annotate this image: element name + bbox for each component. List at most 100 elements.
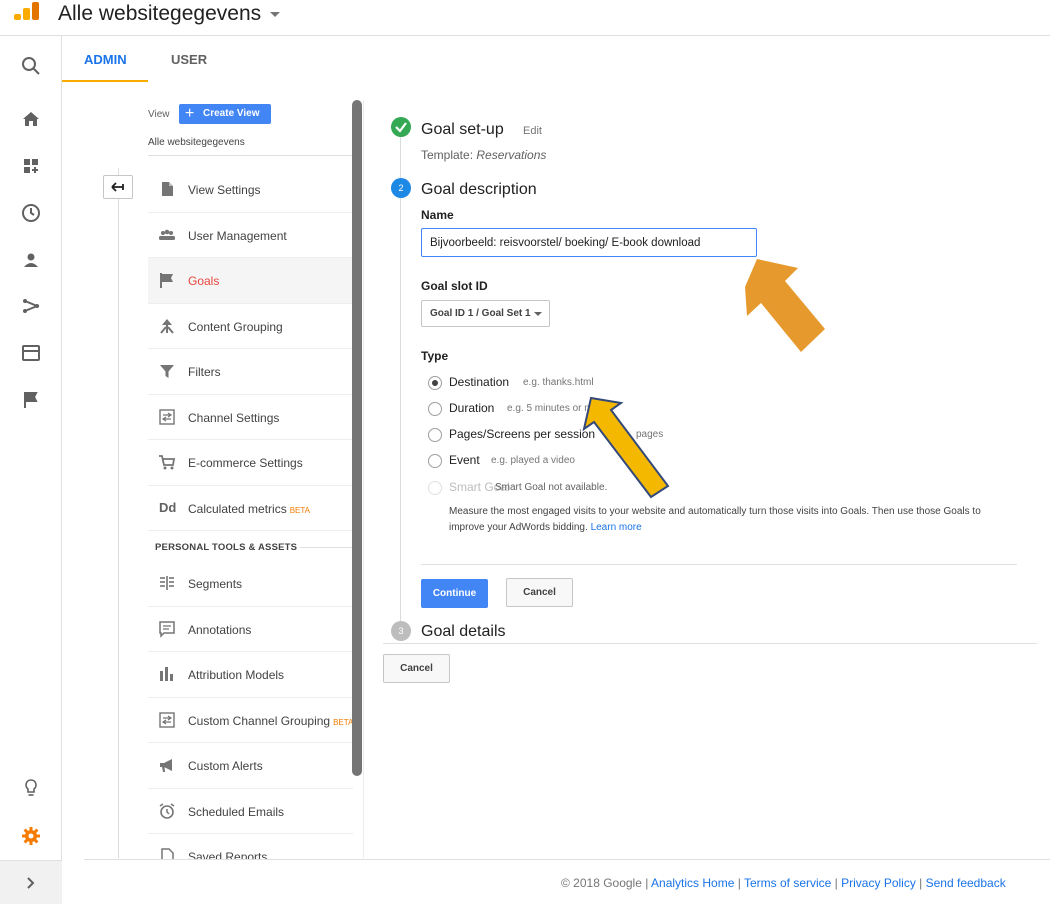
menu-item-label: View Settings — [188, 183, 261, 197]
create-view-button[interactable]: + Create View — [179, 104, 271, 124]
channel-icon — [159, 711, 175, 728]
menu-item-annotations[interactable]: Annotations — [148, 607, 353, 652]
attribution-icon — [160, 667, 173, 681]
annotations-icon — [159, 620, 175, 638]
radio-button[interactable] — [428, 376, 442, 390]
left-nav-rail — [0, 36, 62, 904]
menu-item-attribution-models[interactable]: Attribution Models — [148, 652, 353, 698]
chevron-right-icon — [27, 877, 35, 889]
type-label: Type — [421, 349, 449, 363]
filter-icon — [160, 365, 174, 378]
section-title: PERSONAL TOOLS & ASSETS — [155, 542, 298, 553]
radio-button[interactable] — [428, 428, 442, 442]
tab-admin[interactable]: ADMIN — [84, 52, 127, 67]
users-icon — [159, 229, 175, 240]
menu-item-label: Scheduled Emails — [188, 804, 285, 819]
footer-link-terms[interactable]: Terms of service — [744, 876, 831, 890]
search-icon[interactable] — [19, 54, 43, 78]
menu-item-label: Custom Alerts — [188, 759, 263, 773]
plus-icon: + — [185, 105, 195, 122]
menu-item-label: Custom Channel Grouping BETA — [188, 713, 354, 728]
type-option-duration[interactable]: Duration e.g. 5 minutes or m — [428, 401, 628, 419]
caret-down-icon — [534, 312, 542, 316]
account-selector[interactable]: Alle websitegegevens — [58, 2, 261, 26]
menu-item-segments[interactable]: Segments — [148, 561, 353, 607]
beta-badge: BETA — [333, 717, 354, 727]
edit-goal-setup-link[interactable]: Edit — [523, 125, 542, 137]
goal-slot-select[interactable]: Goal ID 1 / Goal Set 1 — [421, 300, 550, 327]
menu-item-channel-settings[interactable]: Channel Settings — [148, 395, 353, 440]
continue-button[interactable]: Continue — [421, 579, 488, 608]
analytics-logo — [14, 2, 40, 20]
realtime-clock-icon[interactable] — [19, 201, 43, 225]
menu-item-label: Segments — [188, 577, 243, 591]
cart-icon — [159, 455, 176, 470]
type-option-event[interactable]: Event e.g. played a video — [428, 453, 628, 471]
clock-icon — [159, 802, 175, 819]
type-option-pages-per-session[interactable]: Pages/Screens per session pages — [428, 427, 668, 445]
type-option-destination[interactable]: Destination e.g. thanks.html — [428, 375, 628, 393]
create-view-label: Create View — [203, 108, 260, 119]
outer-cancel-button[interactable]: Cancel — [383, 654, 450, 683]
footer-divider — [84, 859, 1050, 860]
conversions-flag-icon[interactable] — [19, 388, 43, 412]
view-selector[interactable]: Alle websitegegevens — [148, 137, 245, 148]
view-column: View + Create View Alle websitegegevens … — [148, 100, 358, 860]
footer-link-feedback[interactable]: Send feedback — [926, 876, 1006, 890]
acquisition-icon[interactable] — [19, 294, 43, 318]
step-number-badge: 2 — [391, 178, 411, 198]
cancel-button[interactable]: Cancel — [506, 578, 573, 607]
menu-item-custom-alerts[interactable]: Custom Alerts — [148, 743, 353, 789]
flag-icon — [160, 273, 173, 288]
document-icon — [162, 182, 173, 196]
menu-item-scheduled-emails[interactable]: Scheduled Emails — [148, 789, 353, 834]
audience-person-icon[interactable] — [19, 248, 43, 272]
footer-link-analytics-home[interactable]: Analytics Home — [651, 876, 734, 890]
radio-button — [428, 481, 442, 495]
behavior-icon[interactable] — [19, 341, 43, 365]
back-button[interactable] — [103, 175, 133, 199]
discover-lightbulb-icon[interactable] — [19, 776, 43, 800]
menu-item-calculated-metrics[interactable]: Dd Calculated metrics BETA — [148, 486, 353, 531]
footer-copyright: © 2018 Google | — [561, 876, 649, 890]
radio-button[interactable] — [428, 454, 442, 468]
type-option-hint: e.g. thanks.html — [523, 377, 594, 388]
tab-user[interactable]: USER — [171, 52, 207, 67]
learn-more-link[interactable]: Learn more — [591, 522, 642, 533]
menu-item-saved-reports[interactable]: Saved Reports — [148, 834, 353, 860]
menu-item-user-management[interactable]: User Management — [148, 213, 353, 258]
menu-item-ecommerce-settings[interactable]: E-commerce Settings — [148, 440, 353, 486]
step-number-badge: 3 — [391, 621, 411, 641]
menu-item-label: E-commerce Settings — [188, 456, 303, 470]
home-icon[interactable] — [19, 107, 43, 131]
dd-icon: Dd — [159, 499, 177, 515]
view-menu: View Settings User Management Goals Cont… — [148, 167, 355, 860]
menu-item-content-grouping[interactable]: Content Grouping — [148, 304, 353, 349]
menu-item-label: Annotations — [188, 622, 252, 637]
view-column-scrollbar[interactable] — [352, 100, 362, 776]
menu-item-view-settings[interactable]: View Settings — [148, 167, 353, 213]
divider — [300, 547, 355, 548]
type-option-smart-goal: Smart Goal Smart Goal not available. — [428, 480, 688, 498]
footer-link-privacy[interactable]: Privacy Policy — [841, 876, 916, 890]
smart-goal-description: Measure the most engaged visits to your … — [449, 504, 1019, 536]
menu-item-custom-channel-grouping[interactable]: Custom Channel Grouping BETA — [148, 698, 354, 743]
type-option-hint: Smart Goal not available. — [495, 482, 608, 493]
expand-nav-button[interactable] — [0, 860, 62, 904]
customization-icon[interactable] — [19, 154, 43, 178]
menu-item-filters[interactable]: Filters — [148, 349, 353, 395]
radio-button[interactable] — [428, 402, 442, 416]
menu-item-label: Goals — [188, 274, 220, 288]
tree-line — [118, 168, 119, 858]
menu-item-goals[interactable]: Goals — [148, 258, 353, 304]
menu-item-label: Attribution Models — [188, 668, 285, 682]
admin-gear-icon[interactable] — [19, 824, 43, 848]
caret-down-icon[interactable] — [270, 12, 280, 17]
content-grouping-icon — [160, 318, 174, 334]
step-goal-details-title: Goal details — [421, 623, 506, 640]
goal-name-input[interactable] — [421, 228, 757, 257]
menu-item-label: Filters — [188, 365, 221, 379]
section-personal-tools: PERSONAL TOOLS & ASSETS — [148, 531, 355, 561]
type-option-label: Duration — [449, 401, 495, 415]
active-tab-indicator — [62, 80, 148, 82]
